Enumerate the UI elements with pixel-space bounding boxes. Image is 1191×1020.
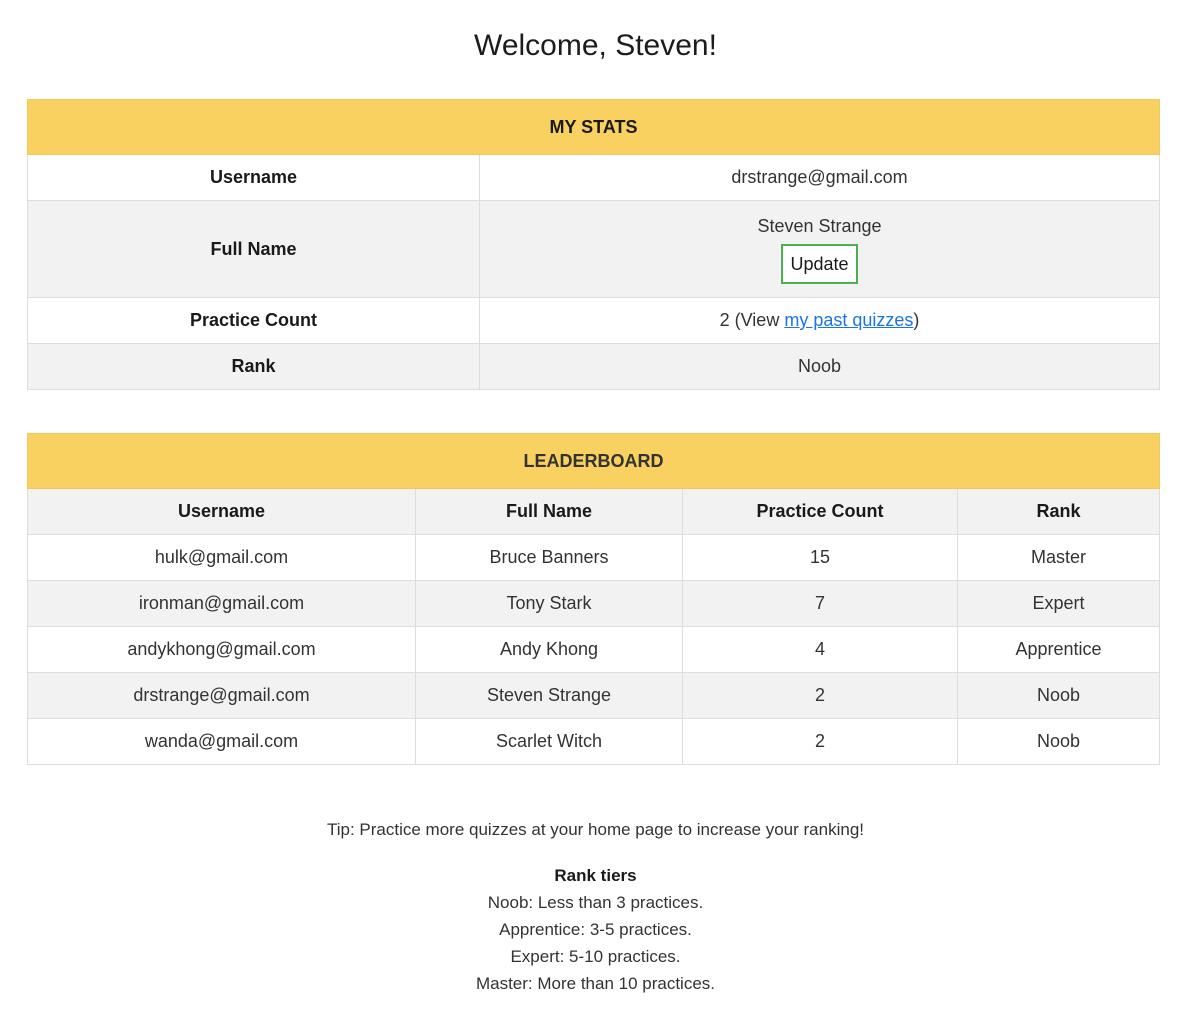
update-button[interactable]: Update [781, 244, 858, 284]
cell-username: hulk@gmail.com [27, 534, 416, 581]
stats-row-username: Username drstrange@gmail.com [27, 154, 1161, 201]
past-quizzes-link[interactable]: my past quizzes [784, 310, 913, 330]
rank-value: Noob [478, 343, 1161, 390]
cell-username: ironman@gmail.com [27, 580, 416, 627]
rank-tiers: Rank tiers Noob: Less than 3 practices. … [0, 862, 1191, 997]
practice-count-cell: 2 (View my past quizzes) [478, 297, 1161, 344]
table-row: wanda@gmail.com Scarlet Witch 2 Noob [27, 718, 1161, 765]
cell-rank: Expert [956, 580, 1161, 627]
cell-practice-count: 4 [682, 626, 958, 673]
fullname-cell: Steven Strange Update [478, 200, 1161, 298]
username-label: Username [27, 154, 480, 201]
my-stats-header-row: MY STATS [26, 99, 1161, 155]
table-row: ironman@gmail.com Tony Stark 7 Expert [27, 580, 1161, 627]
stats-row-rank: Rank Noob [27, 343, 1161, 390]
table-row: hulk@gmail.com Bruce Banners 15 Master [27, 534, 1161, 581]
cell-fullname: Bruce Banners [415, 534, 683, 581]
practice-count-prefix: 2 (View [719, 310, 785, 330]
page-title: Welcome, Steven! [474, 29, 717, 62]
fullname-value: Steven Strange [757, 216, 882, 236]
page: Welcome, Steven! MY STATS Username drstr… [0, 0, 1191, 1020]
rank-label: Rank [27, 343, 480, 390]
username-value: drstrange@gmail.com [478, 154, 1161, 201]
practice-count-suffix: ) [913, 310, 920, 330]
cell-username: andykhong@gmail.com [27, 626, 416, 673]
tier-master: Master: More than 10 practices. [475, 974, 716, 993]
cell-practice-count: 15 [682, 534, 958, 581]
cell-username: wanda@gmail.com [27, 718, 416, 765]
my-stats-table: MY STATS Username drstrange@gmail.com Fu… [26, 99, 1161, 390]
cell-practice-count: 2 [682, 718, 958, 765]
leaderboard-header: LEADERBOARD [26, 433, 1161, 489]
table-row: drstrange@gmail.com Steven Strange 2 Noo… [27, 672, 1161, 719]
cell-rank: Noob [956, 718, 1161, 765]
tip-text: Tip: Practice more quizzes at your home … [326, 820, 865, 839]
leaderboard-column-headers: Username Full Name Practice Count Rank [27, 488, 1161, 535]
column-header-practice-count: Practice Count [682, 488, 958, 535]
practice-count-label: Practice Count [27, 297, 480, 344]
cell-rank: Apprentice [956, 626, 1161, 673]
stats-row-practice: Practice Count 2 (View my past quizzes) [27, 297, 1161, 344]
column-header-rank: Rank [956, 488, 1161, 535]
cell-practice-count: 7 [682, 580, 958, 627]
tier-expert: Expert: 5-10 practices. [510, 947, 681, 966]
column-header-username: Username [27, 488, 416, 535]
tier-apprentice: Apprentice: 3-5 practices. [499, 920, 692, 939]
cell-fullname: Tony Stark [415, 580, 683, 627]
cell-fullname: Andy Khong [415, 626, 683, 673]
cell-practice-count: 2 [682, 672, 958, 719]
my-stats-header: MY STATS [26, 99, 1161, 155]
stats-row-fullname: Full Name Steven Strange Update [27, 200, 1161, 298]
table-row: andykhong@gmail.com Andy Khong 4 Apprent… [27, 626, 1161, 673]
cell-rank: Master [956, 534, 1161, 581]
leaderboard-header-row: LEADERBOARD [26, 433, 1161, 489]
cell-username: drstrange@gmail.com [27, 672, 416, 719]
cell-fullname: Scarlet Witch [415, 718, 683, 765]
cell-fullname: Steven Strange [415, 672, 683, 719]
tier-noob: Noob: Less than 3 practices. [487, 893, 704, 912]
leaderboard-table: LEADERBOARD Username Full Name Practice … [26, 433, 1161, 765]
cell-rank: Noob [956, 672, 1161, 719]
column-header-fullname: Full Name [415, 488, 683, 535]
rank-tiers-title: Rank tiers [554, 866, 637, 885]
fullname-label: Full Name [27, 200, 480, 298]
